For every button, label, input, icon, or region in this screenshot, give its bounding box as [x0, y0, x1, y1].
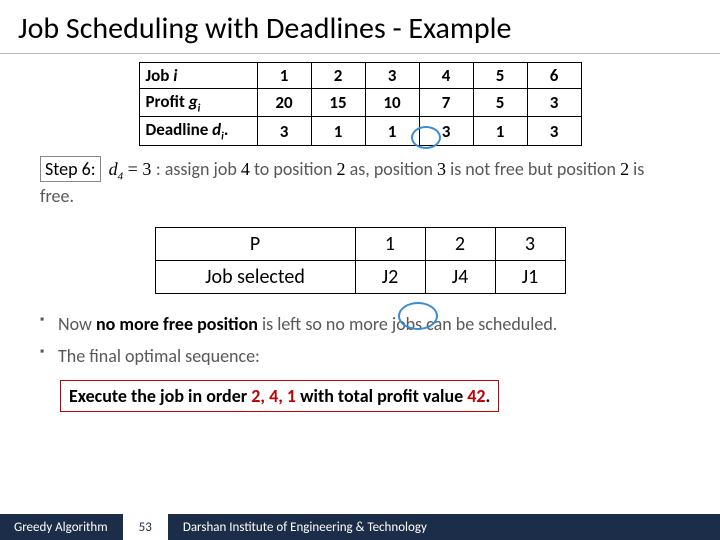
- cell: 2: [311, 63, 365, 89]
- cell: 6: [527, 63, 581, 89]
- cell: 3: [527, 89, 581, 117]
- step-text: Step 6: d4 = 3 : assign job 4 to positio…: [40, 156, 680, 209]
- content-area: Job i 1 2 3 4 5 6 Profit gi 20 15 10 7 5…: [0, 62, 720, 412]
- cell: 4: [419, 63, 473, 89]
- row-label: P: [155, 227, 355, 260]
- cell: 1: [365, 117, 419, 145]
- cell: 10: [365, 89, 419, 117]
- cell: 20: [257, 89, 311, 117]
- cell: 3: [419, 117, 473, 145]
- table-row: Job i 1 2 3 4 5 6: [139, 63, 581, 89]
- cell: J4: [425, 260, 495, 293]
- list-item: The final optimal sequence:: [40, 344, 680, 368]
- table-row: Profit gi 20 15 10 7 5 3: [139, 89, 581, 117]
- cell: J2: [355, 260, 425, 293]
- table-row: P 1 2 3: [155, 227, 565, 260]
- slide: Job Scheduling with Deadlines - Example …: [0, 0, 720, 540]
- table-row: Deadline di. 3 1 1 3 1 3: [139, 117, 581, 145]
- footer: Greedy Algorithm 53 Darshan Institute of…: [0, 514, 720, 540]
- cell: 2: [425, 227, 495, 260]
- step-math: d4 = 3: [109, 159, 156, 179]
- cell: J1: [495, 260, 565, 293]
- cell: 3: [495, 227, 565, 260]
- page-number: 53: [122, 514, 169, 540]
- cell: 3: [365, 63, 419, 89]
- cell: 1: [311, 117, 365, 145]
- cell: 15: [311, 89, 365, 117]
- cell: 1: [257, 63, 311, 89]
- list-item: Now no more free position is left so no …: [40, 312, 680, 336]
- row-label: Job selected: [155, 260, 355, 293]
- cell: 5: [473, 89, 527, 117]
- step-label: Step 6:: [40, 156, 101, 182]
- page-title: Job Scheduling with Deadlines - Example: [0, 0, 720, 53]
- bullet-list: Now no more free position is left so no …: [40, 312, 680, 369]
- divider: [0, 53, 720, 54]
- footer-institute: Darshan Institute of Engineering & Techn…: [169, 520, 720, 535]
- row-label: Job i: [139, 63, 257, 89]
- cell: 5: [473, 63, 527, 89]
- cell: 1: [355, 227, 425, 260]
- cell: 7: [419, 89, 473, 117]
- cell: 3: [527, 117, 581, 145]
- table-row: Job selected J2 J4 J1: [155, 260, 565, 293]
- cell: 3: [257, 117, 311, 145]
- cell: 1: [473, 117, 527, 145]
- footer-section: Greedy Algorithm: [0, 520, 122, 535]
- jobs-table: Job i 1 2 3 4 5 6 Profit gi 20 15 10 7 5…: [139, 62, 582, 146]
- selection-table: P 1 2 3 Job selected J2 J4 J1: [155, 227, 566, 294]
- row-label: Deadline di.: [139, 117, 257, 145]
- final-answer-box: Execute the job in order 2, 4, 1 with to…: [60, 380, 499, 412]
- row-label: Profit gi: [139, 89, 257, 117]
